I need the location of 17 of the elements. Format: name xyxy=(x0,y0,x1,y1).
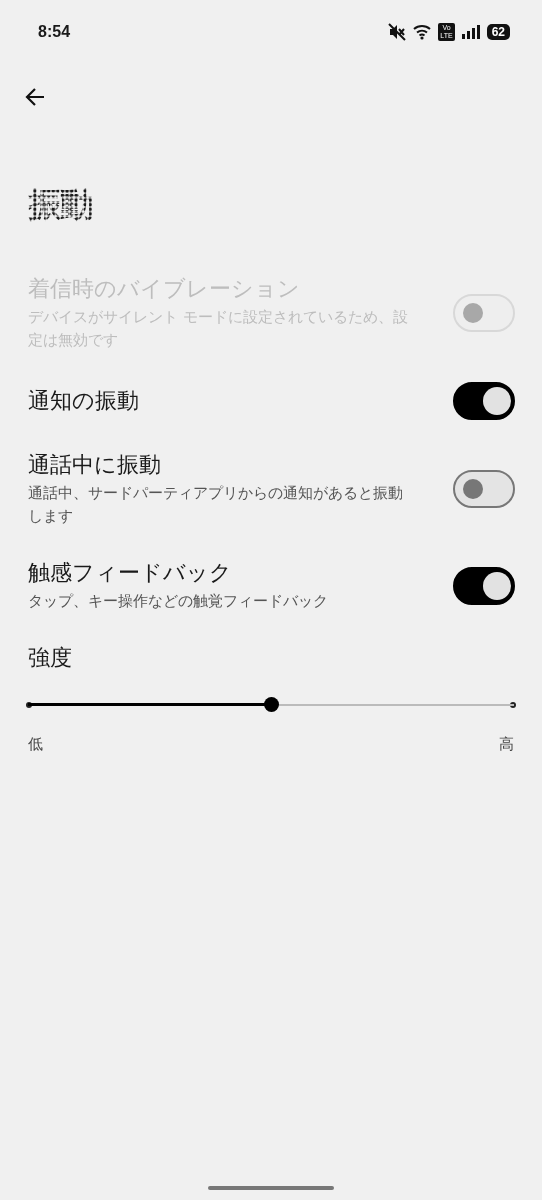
status-time: 8:54 xyxy=(38,23,71,41)
wifi-icon xyxy=(413,24,432,40)
min-label: 低 xyxy=(28,735,43,754)
toggle-switch[interactable] xyxy=(453,470,515,508)
setting-title: 通知の振動 xyxy=(28,387,139,415)
max-label: 高 xyxy=(499,735,514,754)
setting-title: 触感フィードバック xyxy=(28,559,233,587)
battery-indicator: 62 xyxy=(486,24,510,40)
intensity-label: 強度 xyxy=(28,644,73,672)
toggle-switch[interactable] xyxy=(453,566,515,605)
signal-icon xyxy=(461,25,480,39)
setting-title: 通話中に振動 xyxy=(28,451,162,479)
setting-description: 通話中、サードパーティアプリからの通知があると振動します xyxy=(28,483,404,527)
back-arrow-icon xyxy=(24,86,46,108)
muted-speaker-icon xyxy=(388,23,407,41)
toggle-switch[interactable] xyxy=(453,382,515,420)
setting-description: タップ、キー操作などの触覚フィードバック xyxy=(28,591,328,612)
